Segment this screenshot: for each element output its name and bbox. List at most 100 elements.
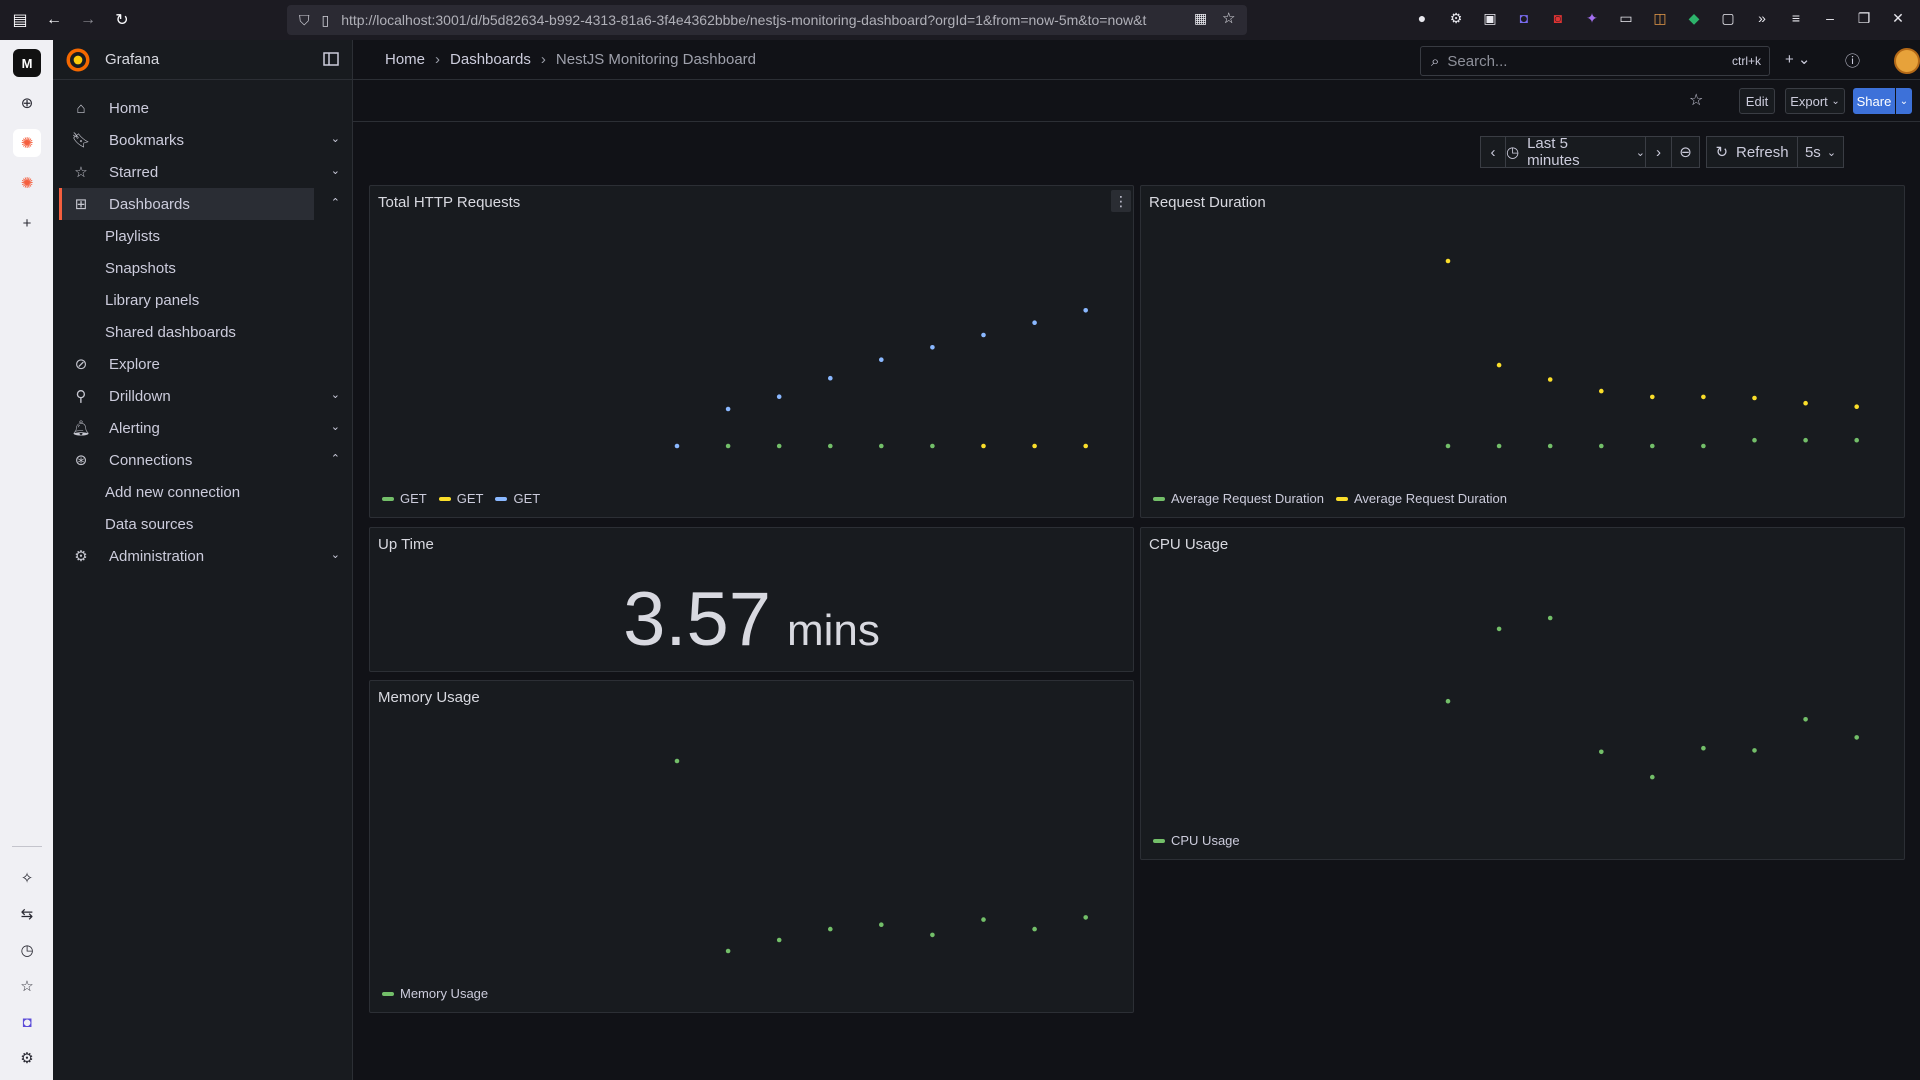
forward-icon[interactable]: →	[74, 6, 102, 34]
new-menu-icon[interactable]: + ⌄	[1785, 50, 1811, 68]
nav-item-explore[interactable]: ⊘ Explore	[59, 348, 314, 380]
data-point[interactable]	[828, 926, 833, 932]
add-icon[interactable]: +	[13, 209, 41, 237]
bookmark-star-icon[interactable]: ☆	[1222, 9, 1235, 27]
close-icon[interactable]: ✕	[1886, 6, 1910, 30]
chevron-up-icon[interactable]: ⌃	[331, 196, 340, 209]
bookmarks-icon[interactable]: ☆	[13, 972, 41, 1000]
share-button[interactable]: Share	[1853, 88, 1895, 114]
apps-icon[interactable]: ▣	[1478, 6, 1502, 30]
legend-item[interactable]: GET	[438, 491, 483, 506]
data-point[interactable]	[1650, 443, 1655, 449]
nav-item-administration[interactable]: ⚙ Administration ⌄	[59, 540, 340, 572]
data-point[interactable]	[1854, 437, 1859, 443]
legend-item[interactable]: GET	[495, 491, 540, 506]
search-input[interactable]: ⌕ Search... ctrl+k	[1420, 46, 1770, 76]
data-point[interactable]	[1032, 443, 1037, 449]
settings-icon[interactable]: ⚙	[13, 1044, 41, 1072]
data-point[interactable]	[1496, 362, 1502, 368]
data-point[interactable]	[1803, 437, 1808, 443]
time-forward-button[interactable]: ›	[1646, 136, 1672, 168]
data-point[interactable]	[1496, 626, 1502, 632]
sync-icon[interactable]: ⇆	[13, 900, 41, 928]
share-dropdown-button[interactable]: ⌄	[1896, 88, 1912, 114]
panel-total-http-requests[interactable]: Total HTTP Requests ⋮ GET GET GET	[369, 185, 1134, 518]
nav-item-starred[interactable]: ☆ Starred ⌄	[59, 156, 340, 188]
extension-icon[interactable]: ✦	[1580, 6, 1604, 30]
edit-button[interactable]: Edit	[1739, 88, 1775, 114]
data-point[interactable]	[1701, 394, 1706, 400]
nav-item-data-sources[interactable]: Data sources	[53, 508, 352, 540]
nav-item-add-new-connection[interactable]: Add new connection	[53, 476, 352, 508]
data-point[interactable]	[1752, 437, 1757, 443]
nav-item-library-panels[interactable]: Library panels	[53, 284, 352, 316]
chevron-down-icon[interactable]: ⌄	[331, 548, 340, 561]
panel-memory-usage[interactable]: Memory Usage Memory Usage	[369, 680, 1134, 1013]
data-point[interactable]	[1083, 915, 1088, 920]
extension-icon[interactable]: ◆	[1682, 6, 1706, 30]
url-bar[interactable]: ⛉ ▯ http://localhost:3001/d/b5d82634-b99…	[287, 5, 1247, 35]
data-point[interactable]	[981, 332, 986, 338]
nav-item-alerting[interactable]: 🔔︎ Alerting ⌄	[59, 412, 340, 444]
legend-item[interactable]: CPU Usage	[1153, 833, 1240, 848]
data-point[interactable]	[1083, 443, 1088, 449]
grafana-logo-icon[interactable]	[65, 47, 91, 73]
chevron-down-icon[interactable]: ⌄	[331, 388, 340, 401]
data-point[interactable]	[879, 443, 884, 449]
data-point[interactable]	[1547, 615, 1553, 621]
data-point[interactable]	[1547, 377, 1553, 382]
time-back-button[interactable]: ‹	[1480, 136, 1506, 168]
extension-icon[interactable]: ▭	[1614, 6, 1638, 30]
data-point[interactable]	[1803, 717, 1808, 722]
refresh-button[interactable]: ↻ Refresh	[1706, 136, 1798, 168]
data-point[interactable]	[776, 394, 782, 399]
qr-icon[interactable]: ▦	[1194, 10, 1207, 27]
breadcrumb-dashboards[interactable]: Dashboards	[450, 51, 531, 68]
avatar[interactable]	[1894, 48, 1920, 74]
extension-icon[interactable]: ▢	[1716, 6, 1740, 30]
data-point[interactable]	[930, 932, 935, 938]
legend-item[interactable]: Average Request Duration	[1335, 491, 1507, 506]
account-icon[interactable]: ●	[1410, 6, 1434, 30]
panel-cpu-usage[interactable]: CPU Usage CPU Usage	[1140, 527, 1905, 860]
brand-name[interactable]: Grafana	[105, 51, 159, 68]
panel-up-time[interactable]: Up Time 3.57 mins	[369, 527, 1134, 672]
data-point[interactable]	[1701, 443, 1706, 449]
chevron-down-icon[interactable]: ⌄	[331, 420, 340, 433]
help-icon[interactable]: ⓘ	[1845, 50, 1860, 71]
zoom-out-button[interactable]: ⊖	[1672, 136, 1700, 168]
data-point[interactable]	[930, 345, 935, 350]
data-point[interactable]	[930, 443, 935, 449]
nav-item-drilldown[interactable]: ⚲ Drilldown ⌄	[59, 380, 341, 412]
data-point[interactable]	[725, 406, 731, 412]
data-point[interactable]	[1650, 394, 1655, 400]
data-point[interactable]	[674, 758, 680, 764]
breadcrumb-home[interactable]: Home	[385, 51, 425, 68]
nav-item-connections[interactable]: ⊛ Connections ⌃	[59, 444, 340, 476]
nav-item-bookmarks[interactable]: 🔖︎ Bookmarks ⌄	[59, 124, 340, 156]
data-point[interactable]	[1854, 735, 1859, 740]
chevron-down-icon[interactable]: ⌄	[331, 132, 340, 145]
back-icon[interactable]: ←	[40, 6, 68, 34]
extension-icon[interactable]: ◘	[13, 1008, 41, 1036]
chevron-down-icon[interactable]: ⌄	[331, 164, 340, 177]
history-icon[interactable]: ◷	[13, 936, 41, 964]
legend-item[interactable]: Average Request Duration	[1153, 491, 1324, 506]
legend-item[interactable]: GET	[382, 491, 427, 506]
data-point[interactable]	[828, 443, 833, 449]
sidebar-toggle-icon[interactable]: ▤	[6, 6, 34, 34]
ai-icon[interactable]: ✧	[13, 864, 41, 892]
overflow-icon[interactable]: »	[1750, 6, 1774, 30]
refresh-interval-picker[interactable]: 5s ⌄	[1798, 136, 1844, 168]
extensions-icon[interactable]: ⚙	[1444, 6, 1468, 30]
dock-menu-icon[interactable]	[322, 50, 340, 68]
nav-item-snapshots[interactable]: Snapshots	[53, 252, 352, 284]
data-point[interactable]	[1599, 749, 1604, 755]
restore-icon[interactable]: ❐	[1852, 6, 1876, 30]
data-point[interactable]	[1032, 320, 1037, 325]
menu-icon[interactable]: ≡	[1784, 6, 1808, 30]
data-point[interactable]	[879, 357, 884, 362]
panel-menu-icon[interactable]: ⋮	[1111, 190, 1131, 212]
data-point[interactable]	[725, 948, 731, 954]
nav-item-dashboards[interactable]: ⊞ Dashboards ⌃	[59, 188, 340, 220]
